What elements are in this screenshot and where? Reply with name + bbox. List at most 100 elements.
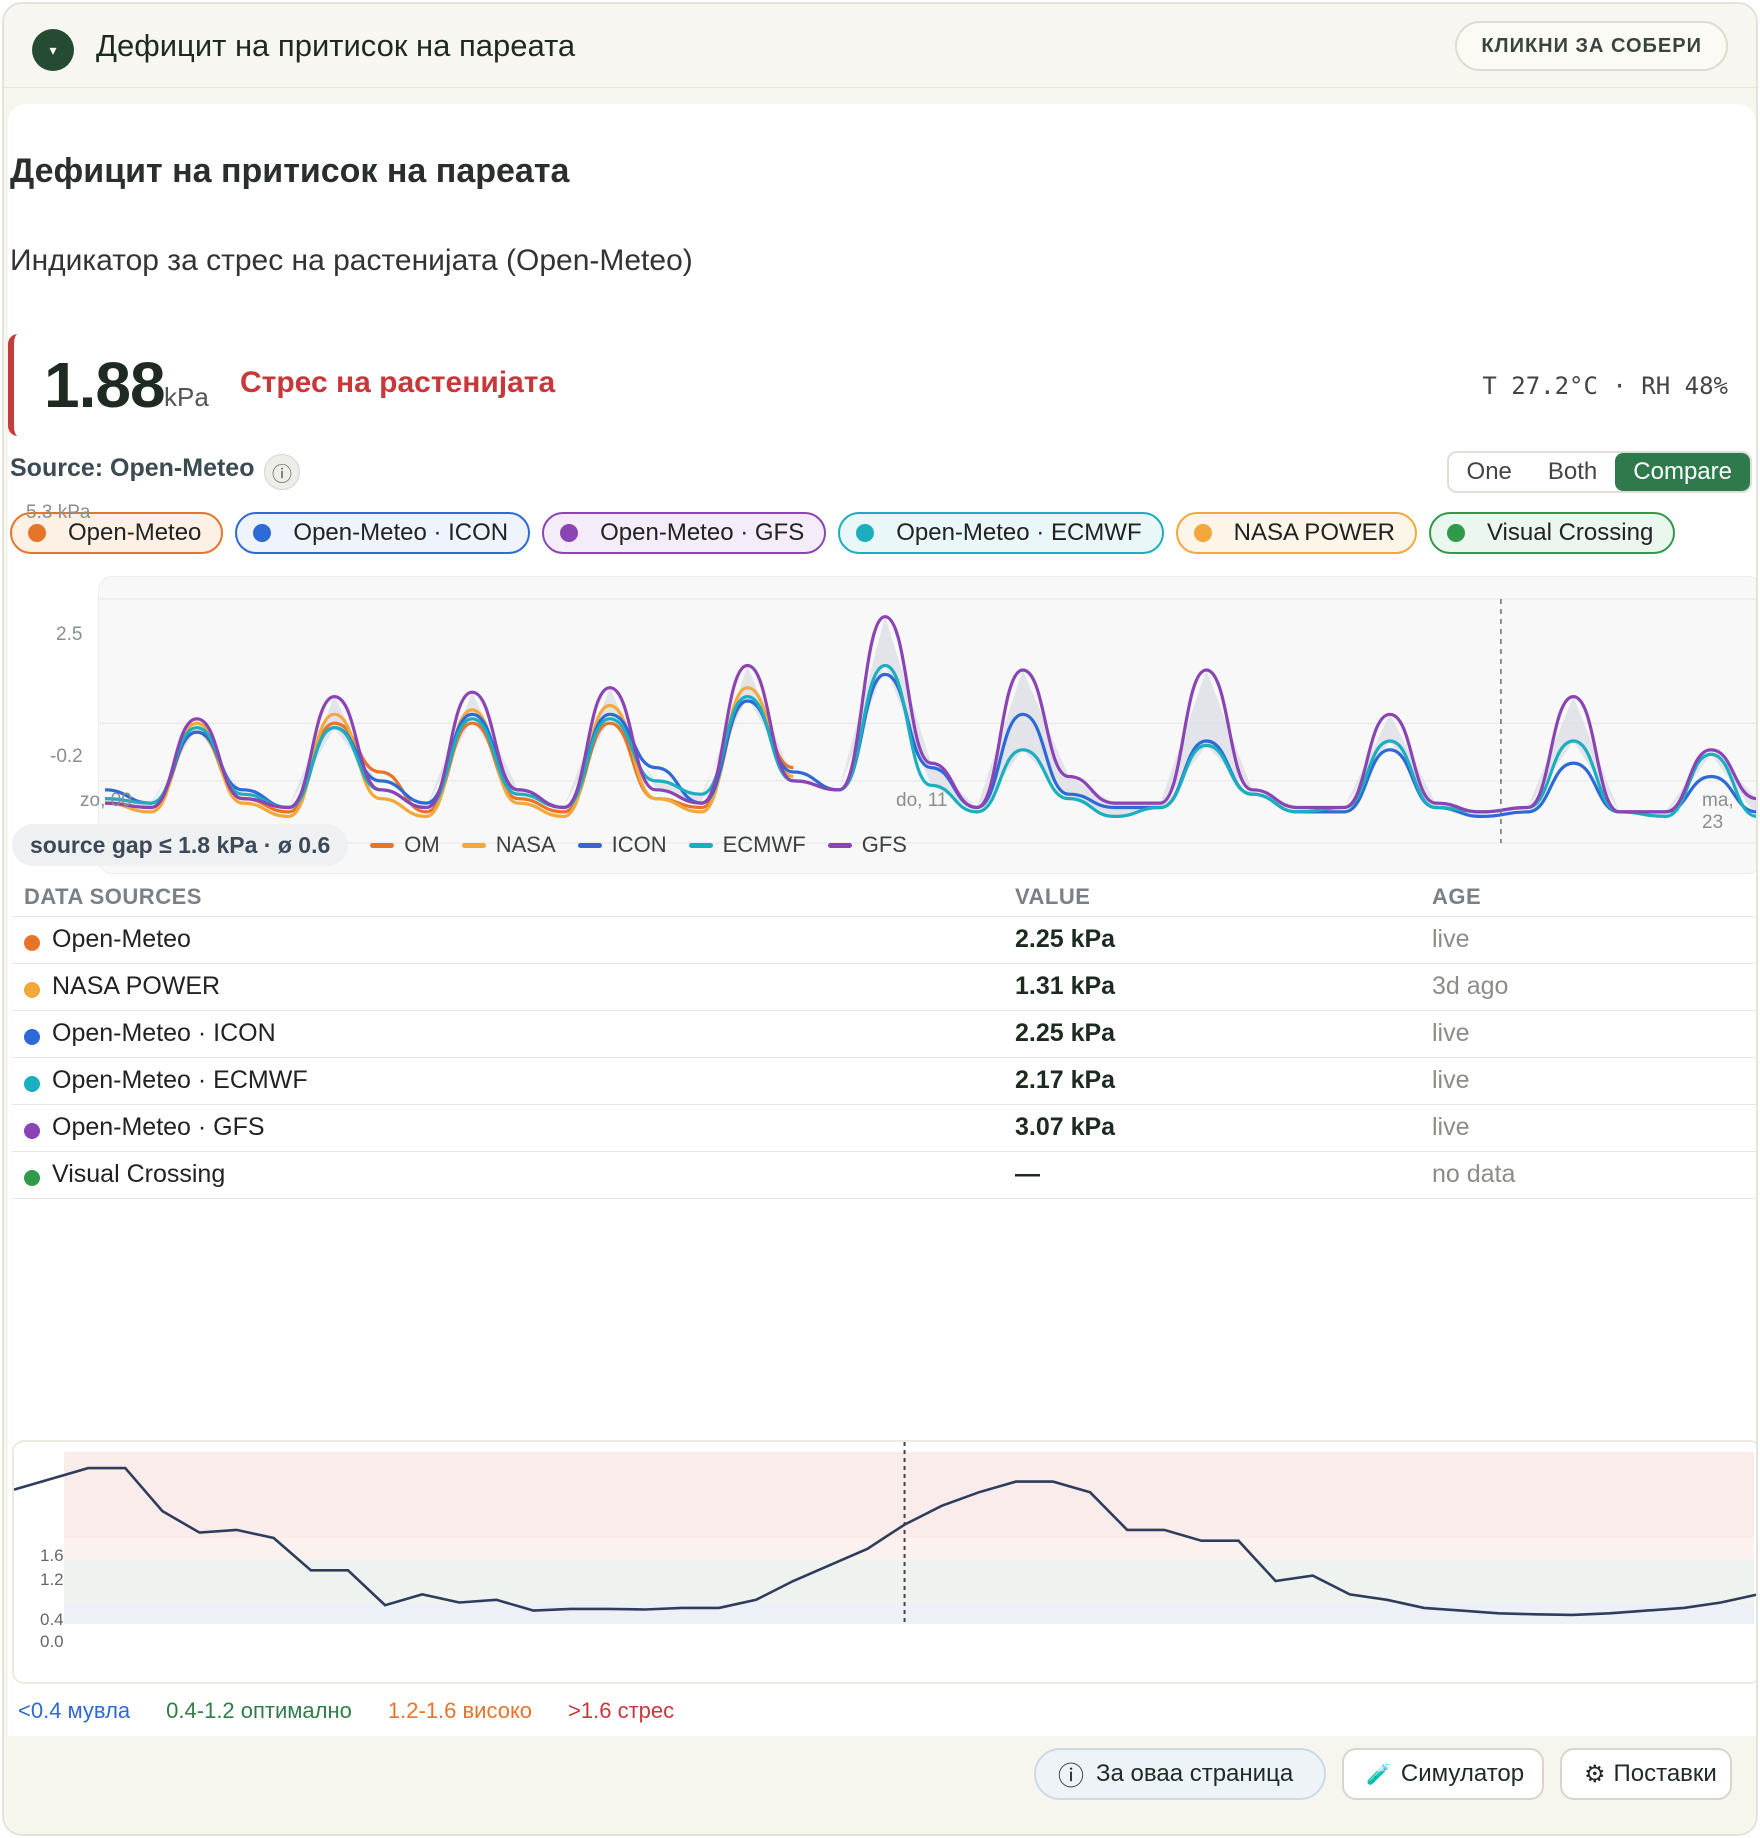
source-chip-label: Open-Meteo · ECMWF (896, 519, 1142, 546)
x-tick-label: zo, 00 (80, 790, 132, 811)
table-divider (12, 1198, 1756, 1199)
test-tube-icon: 🧪 (1366, 1763, 1391, 1786)
source-label: Source: Open-Meteo (10, 454, 255, 482)
legend-swatch (688, 842, 713, 848)
source-chips: Open-Meteo Open-Meteo · ICON Open-Meteo · … (10, 512, 1676, 554)
panel-header-title: Дефицит на притисок на пареата (96, 28, 576, 63)
gear-icon: ⚙ (1584, 1760, 1606, 1788)
table-row: Open-Meteo · ICON 2.25 kPa live (12, 1010, 1756, 1057)
y-tick-label: 1.6 (40, 1546, 64, 1565)
legend-swatch (577, 842, 602, 848)
vpd-card: Дефицит на притисок на пареата Индикатор… (8, 104, 1756, 1834)
source-chip-label: Visual Crossing (1486, 519, 1654, 546)
panel: ▾ Дефицит на притисок на пареата КЛИКНИ … (2, 2, 1758, 1836)
mode-switch: One Both Compare (1446, 451, 1752, 493)
source-name: Visual Crossing (52, 1160, 226, 1188)
source-color-dot (856, 524, 875, 542)
source-name: Open-Meteo (52, 925, 191, 953)
simulator-label: Симулатор (1400, 1760, 1525, 1787)
mode-both[interactable]: Both (1530, 453, 1615, 491)
vpd-zone-chart-svg (13, 1442, 1756, 1624)
card-subtitle: Индикатор за стрес на растенијата (Open-… (10, 244, 693, 277)
simulator-button[interactable]: 🧪 Симулатор (1342, 1748, 1544, 1800)
vpd-zone-label: >1.6 стрес (568, 1698, 675, 1723)
source-color-dot (24, 1076, 40, 1092)
metric-accent-bar (8, 334, 18, 436)
column-header-age: AGE (1432, 884, 1482, 909)
source-value: 2.25 kPa (1015, 1019, 1116, 1047)
source-chip-label: NASA POWER (1233, 519, 1395, 546)
chart-legend: source gap ≤ 1.8 kPa · ø 0.6 OM NASA ICON E… (12, 824, 907, 866)
legend-swatch (461, 842, 486, 848)
y-tick-label: 5.3 kPa (26, 502, 91, 523)
source-age: live (1432, 925, 1470, 953)
y-tick-label: 0.4 (40, 1610, 64, 1629)
vpd-zone-label: <0.4 мувла (18, 1698, 131, 1723)
y-tick-label: 2.5 (56, 624, 83, 645)
source-chip[interactable]: Open-Meteo · GFS (542, 512, 827, 554)
table-row: Open-Meteo · GFS 3.07 kPa live (12, 1104, 1756, 1151)
source-color-dot (24, 982, 40, 998)
source-color-dot (28, 524, 46, 542)
source-chip-label: Open-Meteo · ICON (293, 519, 509, 546)
table-row: Open-Meteo 2.25 kPa live (12, 916, 1756, 963)
source-chip[interactable]: NASA POWER (1175, 512, 1417, 554)
source-color-dot (24, 935, 40, 951)
legend-swatch (370, 842, 395, 848)
table-row: NASA POWER 1.31 kPa 3d ago (12, 963, 1756, 1010)
legend-item: ECMWF (688, 832, 806, 858)
settings-button[interactable]: ⚙ Поставки (1560, 1748, 1732, 1800)
info-icon[interactable]: ⓘ (264, 454, 300, 490)
source-value: — (1015, 1160, 1040, 1188)
source-name: Open-Meteo · ICON (52, 1019, 276, 1047)
y-tick-label: 0.0 (40, 1632, 64, 1651)
about-page-button[interactable]: ⓘ За оваа страница (1034, 1748, 1326, 1800)
source-value: 3.07 kPa (1015, 1113, 1116, 1141)
legend-swatch (827, 842, 852, 848)
legend-item: GFS (827, 832, 907, 858)
collapse-toggle-icon[interactable]: ▾ (32, 29, 74, 71)
source-color-dot (560, 524, 579, 542)
source-age: 3d ago (1432, 972, 1509, 1000)
collapse-button[interactable]: КЛИКНИ ЗА СОБЕРИ (1455, 21, 1728, 71)
vpd-zone-band (64, 1538, 1754, 1560)
table-row: Open-Meteo · ECMWF 2.17 kPa live (12, 1057, 1756, 1104)
metric-status: Стрес на растенијата (240, 366, 556, 399)
vpd-zone-band (64, 1559, 1754, 1603)
legend-item: ICON (577, 832, 667, 858)
source-name: Open-Meteo · ECMWF (52, 1066, 308, 1094)
source-color-dot (24, 1029, 40, 1045)
column-header-source: DATA SOURCES (24, 884, 202, 909)
source-age: live (1432, 1019, 1470, 1047)
source-chip[interactable]: Open-Meteo · ICON (235, 512, 531, 554)
about-page-label: За оваа страница (1096, 1760, 1294, 1787)
vpd-zone-chart[interactable]: 1.6 1.2 0.4 0.0 (12, 1440, 1756, 1684)
vpd-zone-label: 1.2-1.6 високо (387, 1698, 533, 1723)
panel-header[interactable]: ▾ Дефицит на притисок на пареата КЛИКНИ … (4, 4, 1756, 88)
legend-label: ICON (611, 832, 667, 857)
source-name: Open-Meteo · GFS (52, 1113, 265, 1141)
mode-one[interactable]: One (1449, 453, 1530, 491)
source-value: 1.31 kPa (1015, 972, 1116, 1000)
source-chip-label: Open-Meteo · GFS (600, 519, 805, 546)
vpd-zone-band (64, 1452, 1754, 1538)
settings-label: Поставки (1613, 1760, 1717, 1787)
source-color-dot (24, 1123, 40, 1139)
legend-label: GFS (861, 832, 907, 857)
source-age: live (1432, 1066, 1470, 1094)
source-age: no data (1432, 1160, 1516, 1188)
temperature-humidity: T 27.2°C · RH 48% (1482, 372, 1728, 400)
mode-compare[interactable]: Compare (1615, 453, 1750, 491)
info-icon: ⓘ (1058, 1760, 1085, 1791)
vpd-zones-legend: <0.4 мувла 0.4-1.2 оптимално 1.2-1.6 висок… (18, 1698, 674, 1724)
legend-item: OM (370, 832, 440, 858)
source-color-dot (24, 1170, 40, 1186)
source-color-dot (253, 524, 272, 542)
metric-value: 1.88 (44, 349, 166, 421)
x-tick-label: ma, 23 (1702, 790, 1734, 833)
source-value: 2.25 kPa (1015, 925, 1116, 953)
source-chip[interactable]: Visual Crossing (1428, 512, 1676, 554)
card-title: Дефицит на притисок на пареата (10, 152, 570, 190)
metric-unit: kPa (164, 382, 209, 412)
source-chip[interactable]: Open-Meteo · ECMWF (838, 512, 1164, 554)
